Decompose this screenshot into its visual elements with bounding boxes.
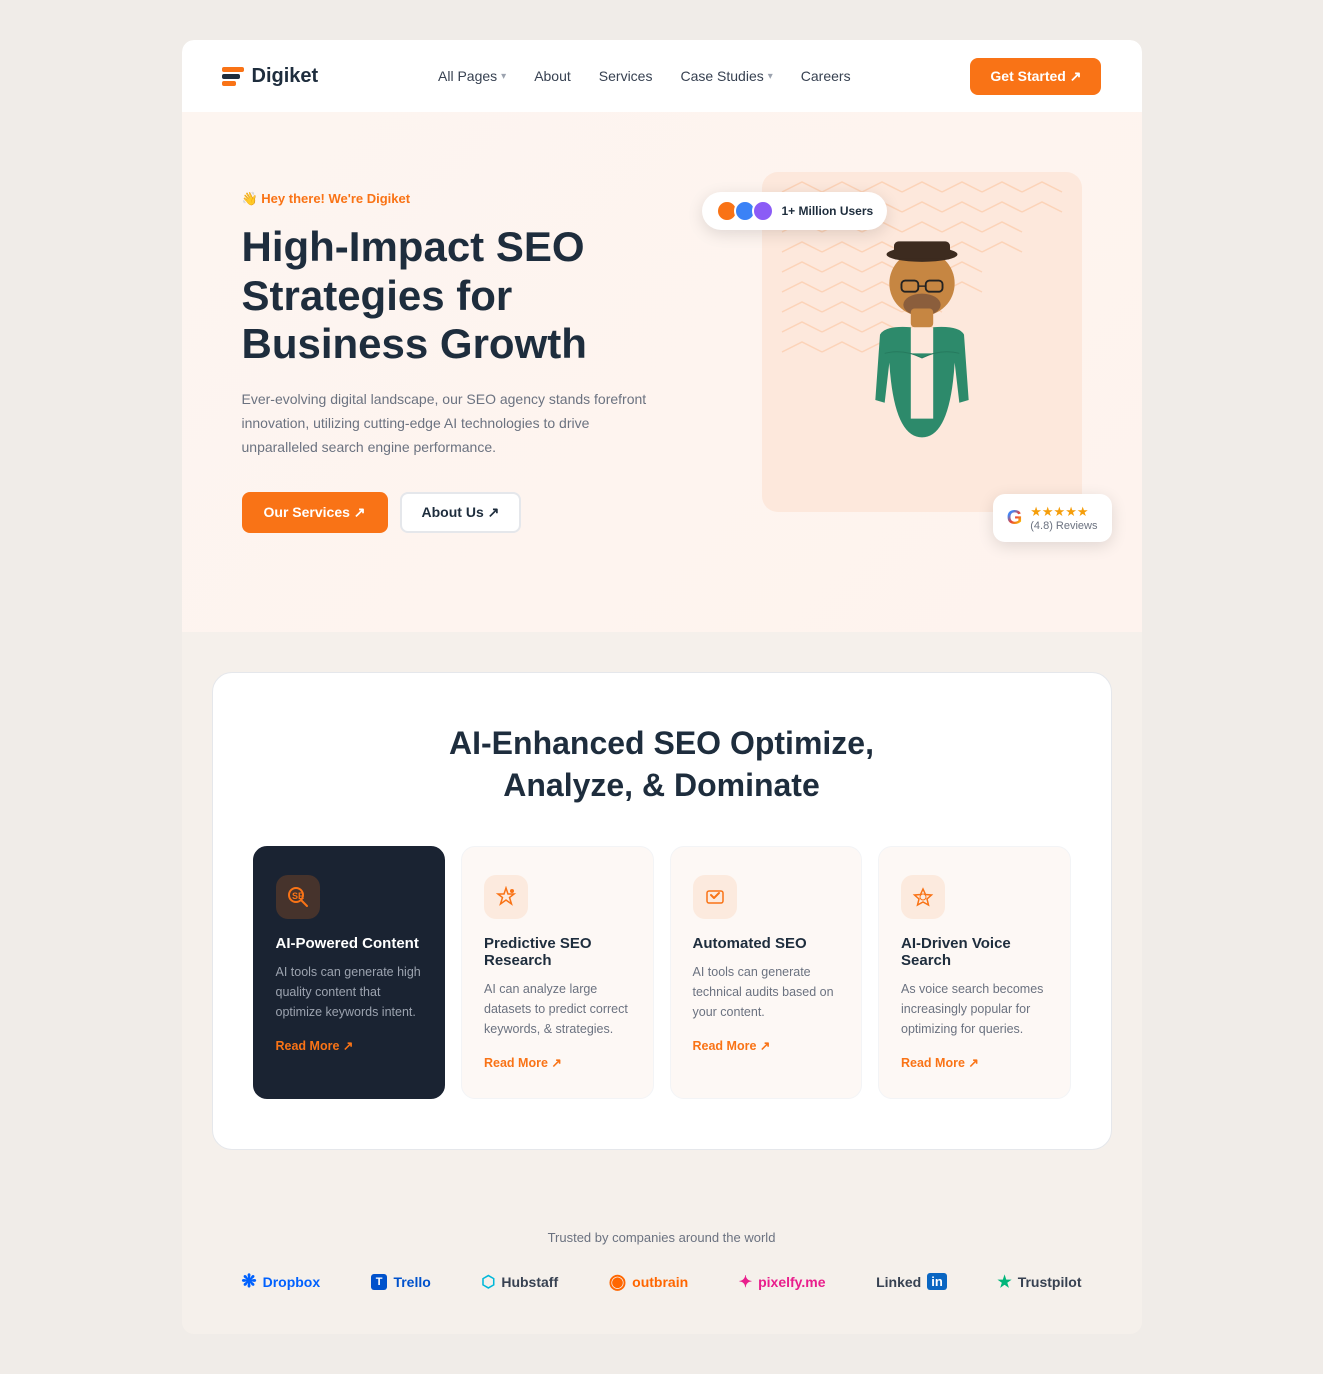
- logo: Digiket: [222, 65, 319, 88]
- svg-text:SE: SE: [292, 891, 304, 901]
- linkedin-icon: in: [927, 1273, 947, 1290]
- navbar: Digiket All Pages ▾ About Services Case …: [182, 40, 1142, 112]
- hero-person-svg: [822, 232, 1022, 512]
- brand-pixelfy: ✦ pixelfy.me: [739, 1272, 826, 1292]
- pixelfy-icon: ✦: [739, 1272, 752, 1292]
- chevron-down-icon-2: ▾: [768, 71, 773, 82]
- users-count: 1+ Million Users: [782, 204, 874, 218]
- dropbox-icon: ❋: [242, 1271, 257, 1292]
- brand-trustpilot: ★ Trustpilot: [997, 1272, 1081, 1292]
- trusted-label: Trusted by companies around the world: [242, 1230, 1082, 1245]
- service-card-2: Predictive SEO Research AI can analyze l…: [461, 846, 654, 1099]
- trusted-section: Trusted by companies around the world ❋ …: [182, 1190, 1142, 1334]
- service-card-4: AI-Driven Voice Search As voice search b…: [878, 846, 1071, 1099]
- get-started-button[interactable]: Get Started ↗: [970, 58, 1101, 95]
- star-rating: ★★★★★: [1030, 504, 1097, 520]
- logo-icon: [222, 67, 244, 86]
- rating-info: ★★★★★ (4.8) Reviews: [1030, 504, 1097, 532]
- about-us-button[interactable]: About Us ↗: [400, 492, 522, 533]
- hero-image-area: 1+ Million Users G ★★★★★ (4.8) Reviews: [722, 172, 1082, 552]
- nav-services[interactable]: Services: [589, 62, 663, 90]
- brand-linkedin: Linked in: [876, 1273, 947, 1290]
- service-name-4: AI-Driven Voice Search: [901, 935, 1048, 969]
- users-badge: 1+ Million Users: [702, 192, 888, 230]
- review-count: (4.8) Reviews: [1030, 520, 1097, 532]
- hero-description: Ever-evolving digital landscape, our SEO…: [242, 388, 662, 459]
- read-more-3[interactable]: Read More ↗: [693, 1038, 840, 1053]
- user-avatars: [716, 200, 774, 222]
- read-more-2[interactable]: Read More ↗: [484, 1055, 631, 1070]
- page-wrapper: Digiket All Pages ▾ About Services Case …: [182, 40, 1142, 1334]
- nav-about[interactable]: About: [524, 62, 581, 90]
- google-icon: G: [1007, 507, 1023, 530]
- hero-buttons: Our Services ↗ About Us ↗: [242, 492, 662, 533]
- trello-icon: T: [371, 1274, 388, 1290]
- services-section: AI-Enhanced SEO Optimize,Analyze, & Domi…: [212, 672, 1112, 1150]
- pixelfy-label: pixelfy.me: [758, 1274, 825, 1290]
- service-icon-1: SE: [276, 875, 320, 919]
- our-services-button[interactable]: Our Services ↗: [242, 492, 388, 533]
- service-name-3: Automated SEO: [693, 935, 840, 952]
- nav-case-studies[interactable]: Case Studies ▾: [670, 62, 782, 90]
- brand-outbrain: ◉ outbrain: [609, 1269, 688, 1294]
- service-card-3: Automated SEO AI tools can generate tech…: [670, 846, 863, 1099]
- nav-all-pages[interactable]: All Pages ▾: [428, 62, 516, 90]
- service-icon-2: [484, 875, 528, 919]
- hero-title: High-Impact SEO Strategies for Business …: [242, 223, 662, 368]
- trello-label: Trello: [393, 1274, 430, 1290]
- service-name-2: Predictive SEO Research: [484, 935, 631, 969]
- services-grid: SE AI-Powered Content AI tools can gener…: [253, 846, 1071, 1099]
- outbrain-icon: ◉: [609, 1269, 626, 1294]
- dropbox-label: Dropbox: [263, 1274, 321, 1290]
- chevron-down-icon: ▾: [501, 71, 506, 82]
- hubstaff-icon: ⬡: [481, 1272, 495, 1292]
- service-card-1: SE AI-Powered Content AI tools can gener…: [253, 846, 446, 1099]
- trusted-logos: ❋ Dropbox T Trello ⬡ Hubstaff ◉ outbrain…: [242, 1269, 1082, 1294]
- read-more-1[interactable]: Read More ↗: [276, 1038, 423, 1053]
- brand-name: Digiket: [252, 65, 319, 88]
- service-desc-3: AI tools can generate technical audits b…: [693, 962, 840, 1022]
- google-rating-badge: G ★★★★★ (4.8) Reviews: [993, 494, 1112, 542]
- service-desc-2: AI can analyze large datasets to predict…: [484, 979, 631, 1039]
- trustpilot-label: Trustpilot: [1018, 1274, 1082, 1290]
- service-desc-4: As voice search becomes increasingly pop…: [901, 979, 1048, 1039]
- brand-trello: T Trello: [371, 1274, 431, 1290]
- trustpilot-icon: ★: [997, 1272, 1011, 1292]
- read-more-4[interactable]: Read More ↗: [901, 1055, 1048, 1070]
- avatar-3: [752, 200, 774, 222]
- service-icon-3: [693, 875, 737, 919]
- hero-content: 👋 Hey there! We're Digiket High-Impact S…: [242, 191, 662, 532]
- brand-hubstaff: ⬡ Hubstaff: [481, 1272, 558, 1292]
- service-icon-4: [901, 875, 945, 919]
- linkedin-label: Linked: [876, 1274, 921, 1290]
- service-desc-1: AI tools can generate high quality conte…: [276, 962, 423, 1022]
- nav-careers[interactable]: Careers: [791, 62, 861, 90]
- nav-links: All Pages ▾ About Services Case Studies …: [428, 62, 861, 90]
- hero-badge: 👋 Hey there! We're Digiket: [242, 191, 662, 207]
- hubstaff-label: Hubstaff: [501, 1274, 558, 1290]
- service-name-1: AI-Powered Content: [276, 935, 423, 952]
- outbrain-label: outbrain: [632, 1274, 688, 1290]
- brand-dropbox: ❋ Dropbox: [242, 1271, 321, 1292]
- services-title: AI-Enhanced SEO Optimize,Analyze, & Domi…: [253, 723, 1071, 806]
- hero-section: 👋 Hey there! We're Digiket High-Impact S…: [182, 112, 1142, 632]
